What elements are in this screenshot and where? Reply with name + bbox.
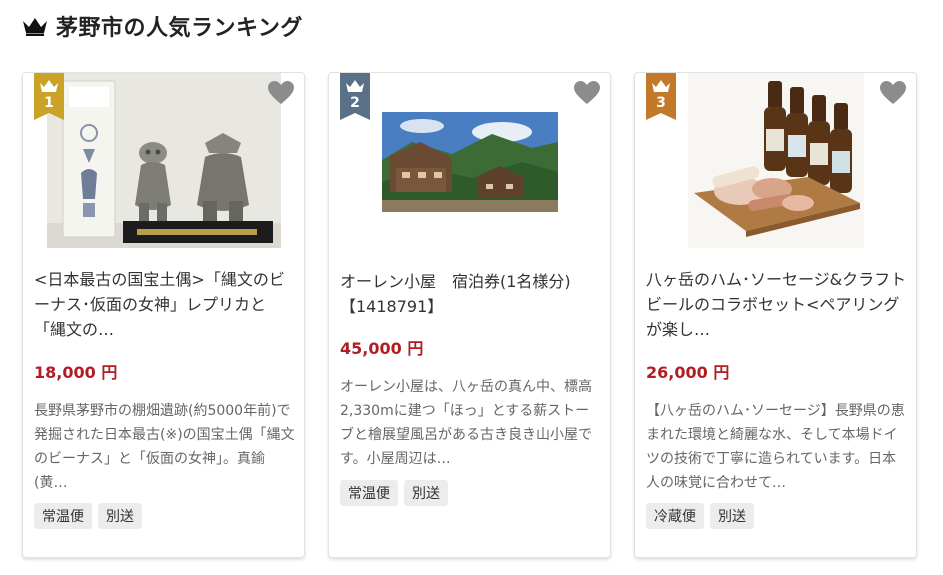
product-description: オーレン小屋は、八ヶ岳の真ん中、標高2,330mに建つ「ほっ」とする薪ストーブと… xyxy=(340,379,592,467)
tag-list: 常温便 別送 xyxy=(34,503,142,529)
tag-list: 冷蔵便 別送 xyxy=(646,503,754,529)
rank-badge: 3 xyxy=(646,73,676,120)
product-title[interactable]: オーレン小屋 宿泊券(1名様分)【1418791】 xyxy=(340,269,602,319)
ranking-card-3[interactable]: 3 八ヶ岳のハム･ソーセージ&クラフトビールのコラボセット<ペアリングが楽し… … xyxy=(634,72,917,558)
product-image[interactable] xyxy=(635,73,916,248)
ranking-heading: 茅野市の人気ランキング xyxy=(22,10,303,42)
heart-icon[interactable] xyxy=(574,81,600,105)
ranking-card-1[interactable]: 1 <日本最古の国宝土偶>「縄文のビーナス･仮面の女神」レプリカと「縄文の… 1… xyxy=(22,72,305,558)
delivery-tag: 別送 xyxy=(710,503,754,529)
rank-badge: 2 xyxy=(340,73,370,120)
product-price: 26,000 円 xyxy=(646,363,730,382)
delivery-tag: 別送 xyxy=(404,480,448,506)
product-image[interactable] xyxy=(329,73,610,248)
product-description: 長野県茅野市の棚畑遺跡(約5000年前)で発掘された日本最古(※)の国宝土偶「縄… xyxy=(34,403,295,491)
rank-badge: 1 xyxy=(34,73,64,120)
page-title: 茅野市の人気ランキング xyxy=(56,16,303,41)
shipping-tag: 常温便 xyxy=(34,503,92,529)
product-image[interactable] xyxy=(23,73,304,248)
product-title[interactable]: <日本最古の国宝土偶>「縄文のビーナス･仮面の女神」レプリカと「縄文の… xyxy=(34,267,296,342)
shipping-tag: 冷蔵便 xyxy=(646,503,704,529)
product-price: 45,000 円 xyxy=(340,339,424,358)
heart-icon[interactable] xyxy=(268,81,294,105)
crown-icon xyxy=(23,18,47,36)
ranking-card-2[interactable]: 2 オーレン小屋 宿泊券(1名様分)【1418791】 45,000 円 オーレ… xyxy=(328,72,611,558)
heart-icon[interactable] xyxy=(880,81,906,105)
delivery-tag: 別送 xyxy=(98,503,142,529)
product-price: 18,000 円 xyxy=(34,363,118,382)
product-title[interactable]: 八ヶ岳のハム･ソーセージ&クラフトビールのコラボセット<ペアリングが楽し… xyxy=(646,267,908,342)
shipping-tag: 常温便 xyxy=(340,480,398,506)
tag-list: 常温便 別送 xyxy=(340,480,448,506)
product-description: 【八ヶ岳のハム･ソーセージ】長野県の恵まれた環境と綺麗な水、そして本場ドイツの技… xyxy=(646,403,905,491)
